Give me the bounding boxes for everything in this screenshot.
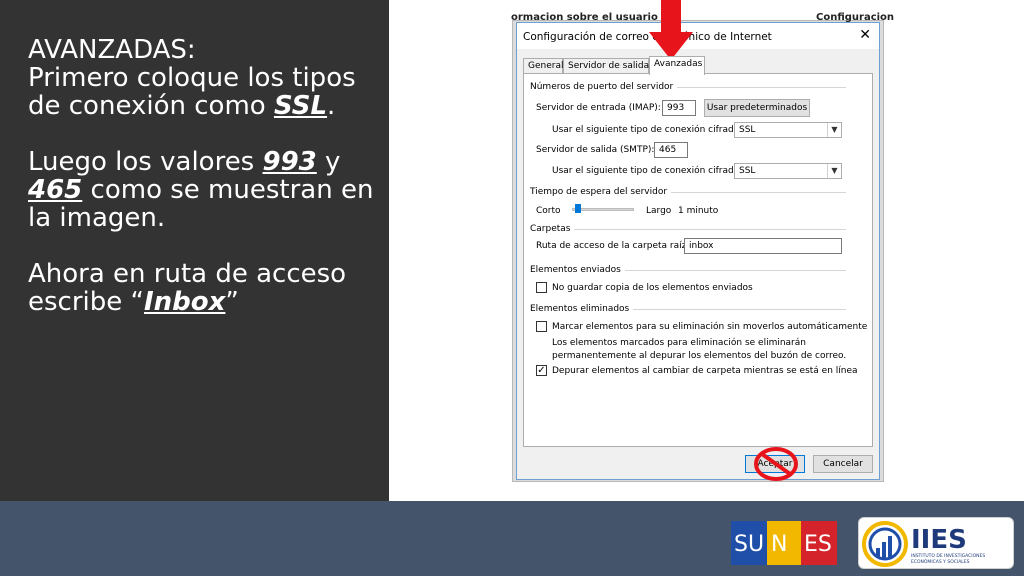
smtp-label: Servidor de salida (SMTP): <box>536 145 655 155</box>
mark-for-deletion-checkbox[interactable] <box>536 321 547 332</box>
instruction-text: AVANZADAS: Primero coloque los tipos de … <box>28 36 383 316</box>
svg-text:ES: ES <box>804 532 832 557</box>
deleted-items-group-label: Elementos eliminados <box>530 304 634 314</box>
instruction-paragraph-3: Ahora en ruta de acceso escribe “Inbox” <box>28 259 347 317</box>
sent-items-group-label: Elementos enviados <box>530 265 625 275</box>
smtp-port-input[interactable]: 465 <box>654 142 688 158</box>
svg-text:INSTITUTO DE INVESTIGACIONES: INSTITUTO DE INVESTIGACIONES <box>911 553 985 559</box>
mark-for-deletion-label: Marcar elementos para su eliminación sin… <box>552 322 868 332</box>
chevron-down-icon: ▼ <box>827 164 841 178</box>
svg-text:ECONÓMICAS Y SOCIALES: ECONÓMICAS Y SOCIALES <box>911 558 970 565</box>
timeout-slider-thumb[interactable] <box>575 204 581 213</box>
highlight-ssl: SSL <box>273 91 328 121</box>
no-save-copy-checkbox[interactable] <box>536 282 547 293</box>
encryption-label-outgoing: Usar el siguiente tipo de conexión cifra… <box>552 166 743 176</box>
deletion-info-line-1: Los elementos marcados para eliminación … <box>552 338 806 348</box>
prohibition-sign-icon <box>754 447 798 481</box>
timeout-group-label: Tiempo de espera del servidor <box>530 187 672 197</box>
encryption-select-outgoing[interactable]: SSL ▼ <box>734 163 842 179</box>
encryption-label-incoming: Usar el siguiente tipo de conexión cifra… <box>552 125 743 135</box>
imap-port-input[interactable]: 993 <box>662 100 696 116</box>
red-arrow-icon <box>649 0 693 60</box>
root-folder-label: Ruta de acceso de la carpeta raíz: <box>536 241 690 251</box>
email-settings-dialog: Configuración de correo electrónico de I… <box>516 22 880 480</box>
tab-outgoing-server[interactable]: Servidor de salida <box>563 58 649 74</box>
folders-group-label: Carpetas <box>530 224 575 234</box>
advanced-tab-content: Números de puerto del servidor Servidor … <box>523 73 873 447</box>
cancel-button[interactable]: Cancelar <box>813 455 873 473</box>
checkmark-icon: ✓ <box>537 365 546 376</box>
close-icon[interactable]: ✕ <box>859 27 871 43</box>
svg-text:SU: SU <box>734 532 764 557</box>
root-folder-input[interactable]: inbox <box>684 238 842 254</box>
dialog-titlebar: Configuración de correo electrónico de I… <box>517 23 879 49</box>
timeout-slider[interactable] <box>572 208 634 211</box>
section-heading: AVANZADAS: <box>28 35 196 65</box>
dialog-title: Configuración de correo electrónico de I… <box>523 31 772 43</box>
instruction-panel: AVANZADAS: Primero coloque los tipos de … <box>0 0 389 501</box>
encryption-select-incoming[interactable]: SSL ▼ <box>734 122 842 138</box>
instruction-paragraph-1: Primero coloque los tipos de conexión co… <box>28 63 356 121</box>
sunes-logo: SU N ES <box>731 521 837 565</box>
chevron-down-icon: ▼ <box>827 123 841 137</box>
highlight-inbox: Inbox <box>143 287 226 317</box>
no-save-copy-label: No guardar copia de los elementos enviad… <box>552 283 753 293</box>
timeout-long-label: Largo <box>646 206 672 216</box>
instruction-paragraph-2: Luego los valores 993 y 465 como se mues… <box>28 147 374 233</box>
purge-items-checkbox[interactable]: ✓ <box>536 365 547 376</box>
tab-general[interactable]: General <box>523 58 563 74</box>
purge-items-label: Depurar elementos al cambiar de carpeta … <box>552 366 858 376</box>
ports-group-label: Números de puerto del servidor <box>530 82 678 92</box>
iies-logo: IIES INSTITUTO DE INVESTIGACIONES ECONÓM… <box>858 517 1014 569</box>
svg-text:N: N <box>771 532 787 557</box>
highlight-465: 465 <box>28 175 83 205</box>
imap-label: Servidor de entrada (IMAP): <box>536 103 661 113</box>
deletion-info-line-2: permanentemente al depurar los elementos… <box>552 351 847 361</box>
timeout-short-label: Corto <box>536 206 561 216</box>
timeout-value: 1 minuto <box>678 206 719 216</box>
highlight-993: 993 <box>262 147 317 177</box>
use-defaults-button[interactable]: Usar predeterminados <box>704 99 810 117</box>
svg-text:IIES: IIES <box>911 525 967 555</box>
tab-advanced[interactable]: Avanzadas <box>649 56 705 75</box>
